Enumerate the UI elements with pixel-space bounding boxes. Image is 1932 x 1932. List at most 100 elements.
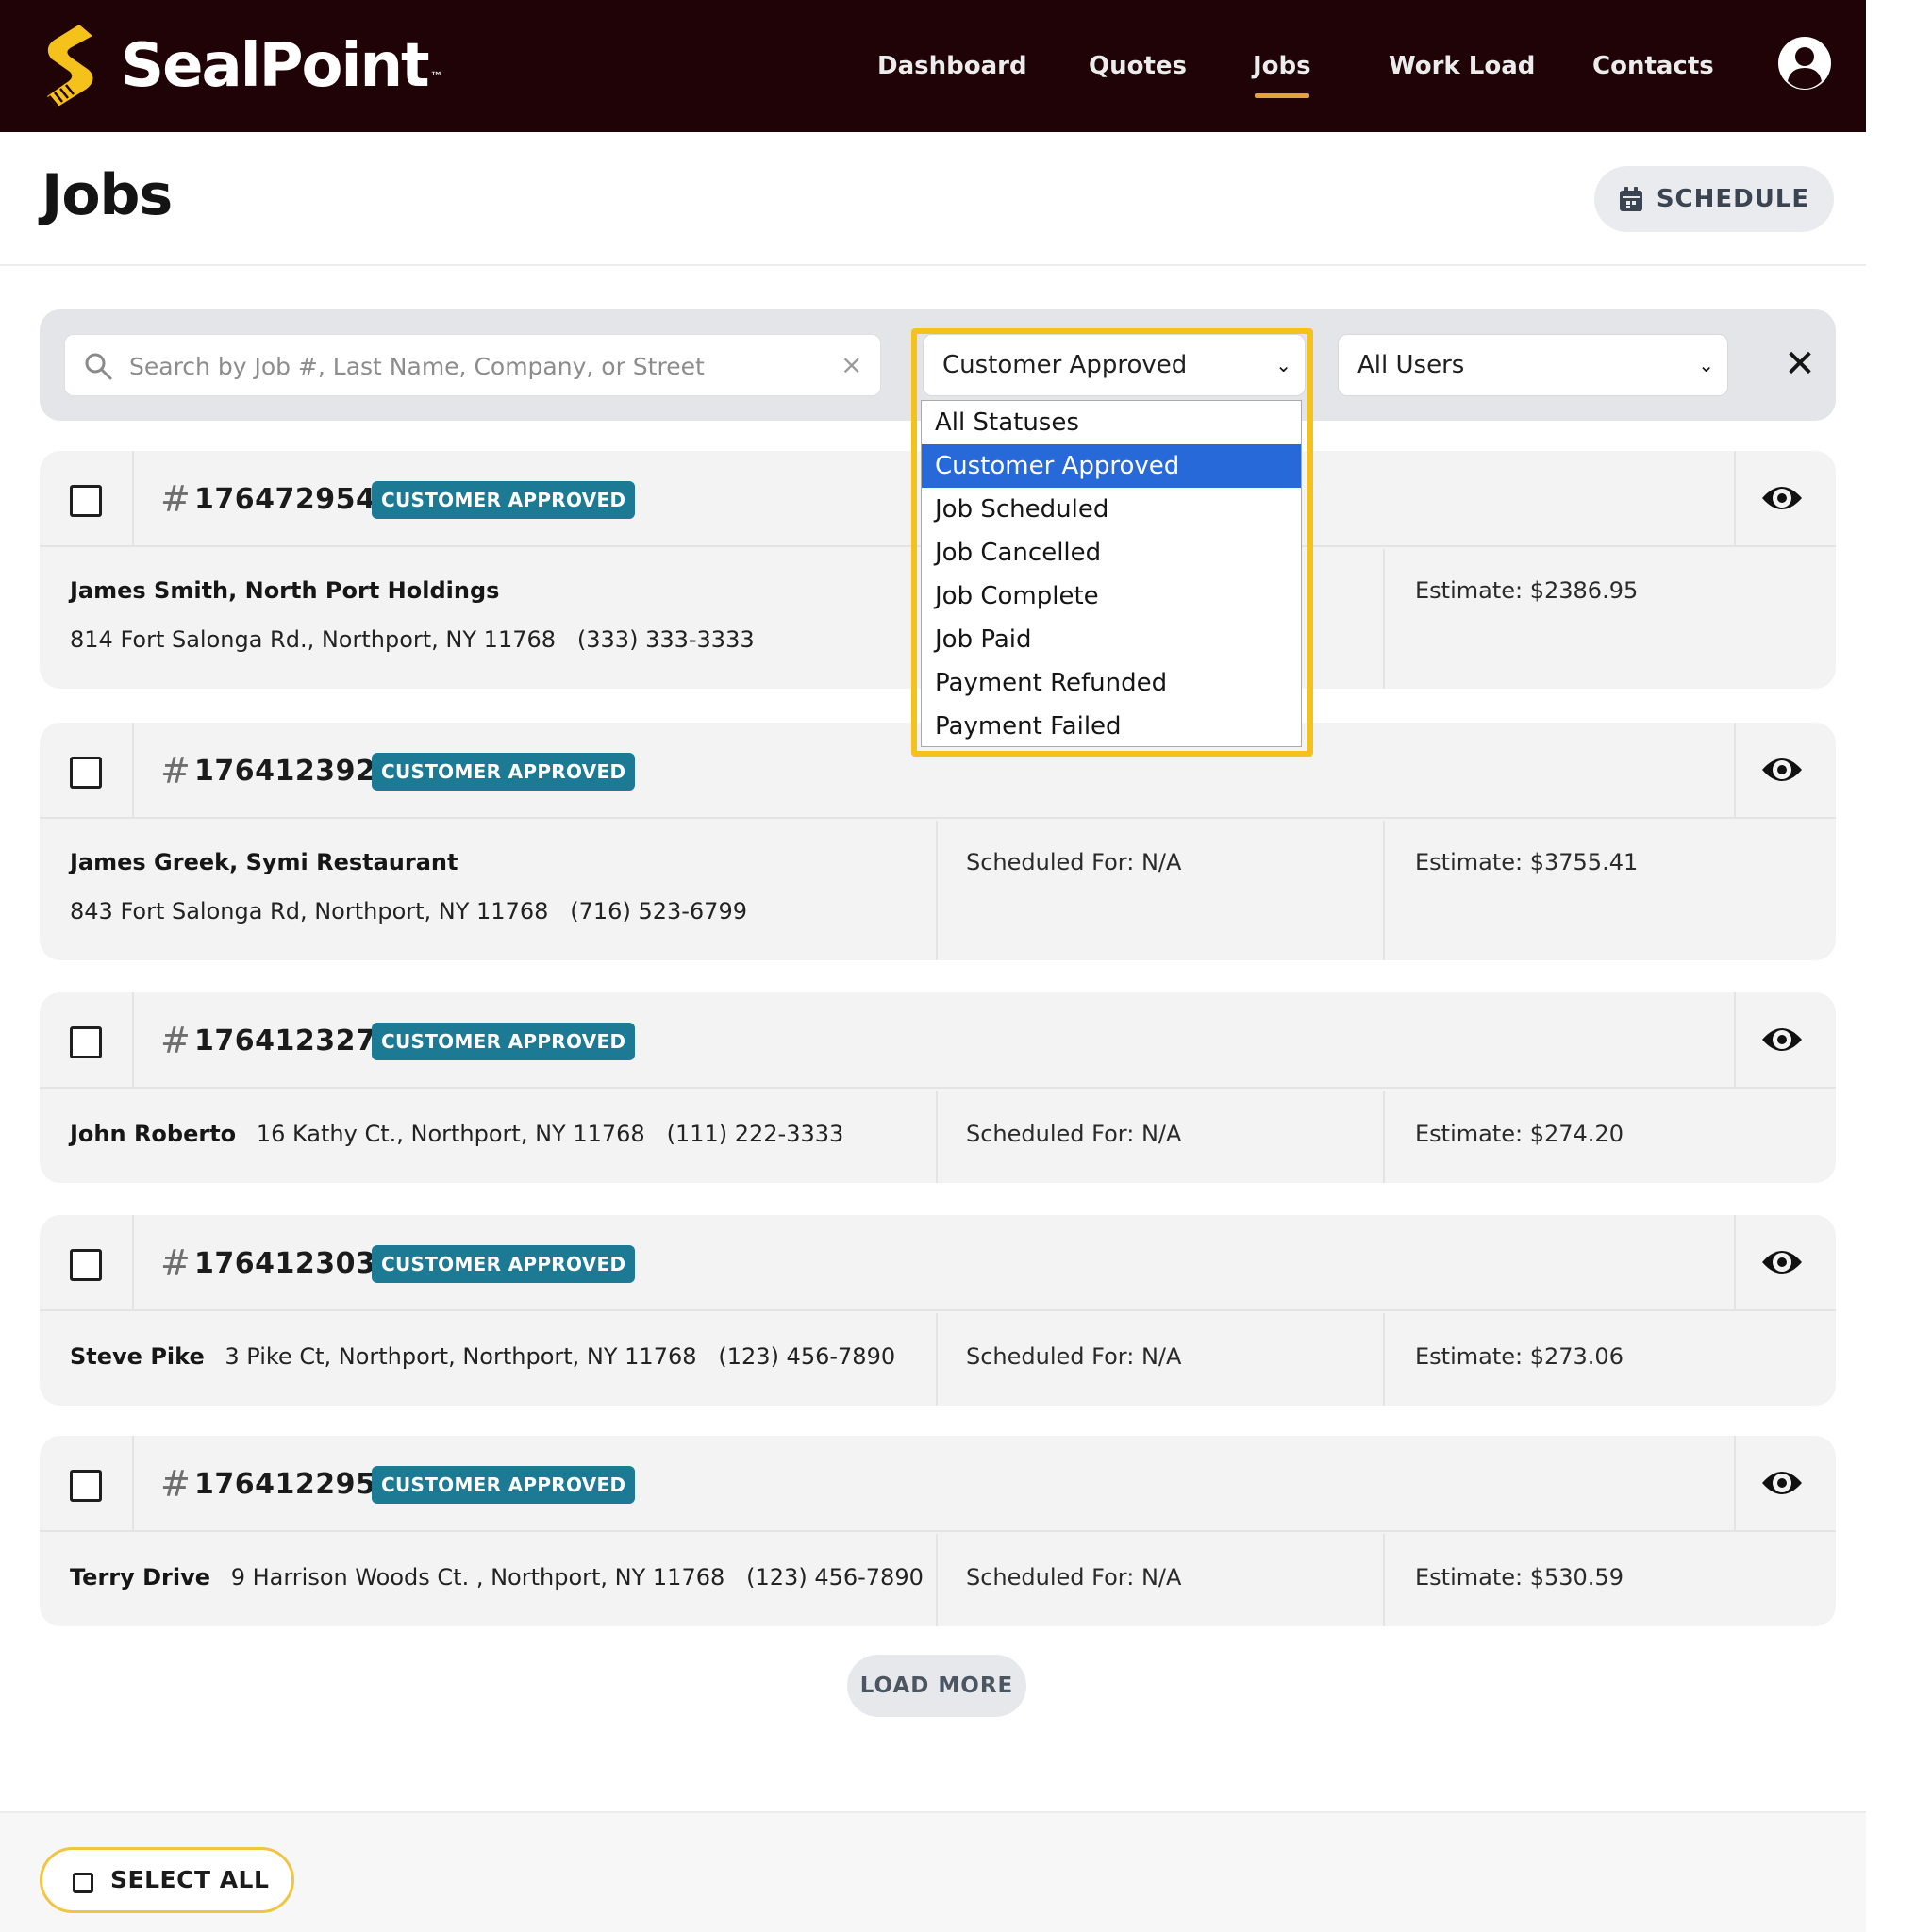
job-select-checkbox[interactable] — [70, 757, 102, 789]
nav-contacts[interactable]: Contacts — [1592, 47, 1714, 85]
customer-address: 843 Fort Salonga Rd, Northport, NY 11768 — [70, 898, 549, 924]
status-select[interactable]: Customer Approved ⌄ — [923, 334, 1306, 396]
load-more-button[interactable]: LOAD MORE — [847, 1655, 1026, 1717]
hash-icon: # — [160, 1463, 191, 1505]
page-header: Jobs SCHEDULE — [0, 132, 1866, 266]
job-card: # 1764123030 CUSTOMER APPROVED Steve Pik… — [40, 1215, 1836, 1406]
status-option[interactable]: All Statuses — [922, 401, 1301, 444]
nav-quotes[interactable]: Quotes — [1089, 47, 1187, 85]
customer-phone: (123) 456-7890 — [746, 1564, 924, 1591]
estimate-amount: Estimate: $273.06 — [1415, 1343, 1624, 1370]
status-option[interactable]: Payment Refunded — [922, 661, 1301, 705]
schedule-button[interactable]: SCHEDULE — [1594, 166, 1834, 232]
close-filters-icon[interactable]: ✕ — [1774, 338, 1826, 391]
status-option-selected[interactable]: Customer Approved — [922, 444, 1301, 488]
nav-work-load[interactable]: Work Load — [1389, 47, 1535, 85]
scheduled-for: Scheduled For: N/A — [966, 849, 1182, 875]
customer-address-line: 843 Fort Salonga Rd, Northport, NY 11768… — [70, 898, 747, 924]
job-card-header: # 1764123272 CUSTOMER APPROVED — [40, 992, 1836, 1089]
customer-line: Terry Drive 9 Harrison Woods Ct. , North… — [70, 1564, 924, 1591]
job-card: # 1764123920 CUSTOMER APPROVED James Gre… — [40, 723, 1836, 960]
job-select-checkbox[interactable] — [70, 1470, 102, 1502]
clear-search-icon[interactable]: × — [841, 350, 862, 380]
users-select[interactable]: All Users ⌄ — [1338, 334, 1728, 396]
eye-icon[interactable] — [1760, 1243, 1804, 1281]
job-select-checkbox[interactable] — [70, 485, 102, 517]
customer-line: John Roberto 16 Kathy Ct., Northport, NY… — [70, 1121, 843, 1147]
search-icon — [85, 353, 112, 380]
job-select-checkbox[interactable] — [70, 1249, 102, 1281]
customer-name: James Greek, Symi Restaurant — [70, 849, 458, 875]
job-select-checkbox[interactable] — [70, 1026, 102, 1058]
brand-logo[interactable]: SealPoint ™ — [38, 21, 443, 111]
hash-icon: # — [160, 750, 191, 791]
customer-address: 3 Pike Ct, Northport, Northport, NY 1176… — [225, 1343, 697, 1370]
customer-name: Terry Drive — [70, 1564, 211, 1591]
customer-name: John Roberto — [70, 1121, 237, 1147]
status-badge: CUSTOMER APPROVED — [372, 1023, 636, 1060]
status-option[interactable]: Job Cancelled — [922, 531, 1301, 575]
status-option[interactable]: Job Complete — [922, 575, 1301, 618]
customer-address: 814 Fort Salonga Rd., Northport, NY 1176… — [70, 626, 557, 653]
scheduled-for: Scheduled For: N/A — [966, 1564, 1182, 1591]
status-option[interactable]: Job Paid — [922, 618, 1301, 661]
select-all-button[interactable]: SELECT ALL — [40, 1847, 294, 1913]
customer-name: Steve Pike — [70, 1343, 205, 1370]
status-option[interactable]: Job Scheduled — [922, 488, 1301, 531]
job-number: 1764729541 — [194, 483, 396, 516]
customer-address: 16 Kathy Ct., Northport, NY 11768 — [256, 1121, 645, 1147]
user-circle-icon[interactable] — [1777, 36, 1832, 91]
job-card-header: # 1764123030 CUSTOMER APPROVED — [40, 1215, 1836, 1311]
status-badge: CUSTOMER APPROVED — [372, 1466, 636, 1504]
hash-icon: # — [160, 1020, 191, 1061]
job-number: 1764123920 — [194, 755, 396, 788]
customer-phone: (123) 456-7890 — [718, 1343, 896, 1370]
nav-dashboard[interactable]: Dashboard — [877, 47, 1027, 85]
customer-phone: (333) 333-3333 — [576, 626, 755, 653]
chevron-down-icon: ⌄ — [1698, 354, 1714, 376]
status-badge: CUSTOMER APPROVED — [372, 1245, 636, 1283]
estimate-amount: Estimate: $274.20 — [1415, 1121, 1624, 1147]
job-card: # 1764122955 CUSTOMER APPROVED Terry Dri… — [40, 1436, 1836, 1626]
select-all-checkbox-icon — [73, 1873, 93, 1893]
top-navigation-bar: SealPoint ™ Dashboard Quotes Jobs Work L… — [0, 0, 1866, 132]
job-number: 1764123272 — [194, 1024, 396, 1058]
schedule-label: SCHEDULE — [1656, 185, 1810, 213]
job-number: 1764123030 — [194, 1247, 396, 1280]
hash-icon: # — [160, 1242, 191, 1284]
job-card: # 1764123272 CUSTOMER APPROVED John Robe… — [40, 992, 1836, 1183]
page-title: Jobs — [42, 162, 173, 228]
status-badge: CUSTOMER APPROVED — [372, 481, 636, 519]
status-select-value: Customer Approved — [942, 351, 1188, 379]
users-select-value: All Users — [1357, 351, 1465, 379]
customer-line: Steve Pike 3 Pike Ct, Northport, Northpo… — [70, 1343, 895, 1370]
customer-address-line: 814 Fort Salonga Rd., Northport, NY 1176… — [70, 626, 755, 653]
customer-phone: (716) 523-6799 — [570, 898, 747, 924]
sealpoint-logo-icon — [47, 25, 93, 108]
calendar-icon — [1619, 187, 1642, 211]
trademark-symbol: ™ — [429, 70, 443, 85]
eye-icon[interactable] — [1760, 751, 1804, 789]
estimate-amount: Estimate: $3755.41 — [1415, 849, 1639, 875]
select-all-label: SELECT ALL — [110, 1866, 270, 1893]
status-dropdown-list: All Statuses Customer Approved Job Sched… — [921, 400, 1302, 747]
bulk-action-bar: SELECT ALL — [0, 1811, 1866, 1932]
eye-icon[interactable] — [1760, 1464, 1804, 1502]
customer-name: James Smith, North Port Holdings — [70, 577, 500, 604]
status-option[interactable]: Payment Failed — [922, 705, 1301, 748]
estimate-amount: Estimate: $2386.95 — [1415, 577, 1639, 604]
search-box: × — [64, 334, 881, 396]
eye-icon[interactable] — [1760, 1021, 1804, 1058]
brand-name: SealPoint — [121, 31, 430, 101]
chevron-down-icon: ⌄ — [1275, 354, 1291, 376]
status-badge: CUSTOMER APPROVED — [372, 753, 636, 791]
job-number: 1764122955 — [194, 1468, 396, 1501]
eye-icon[interactable] — [1760, 479, 1804, 517]
nav-jobs[interactable]: Jobs — [1253, 47, 1311, 98]
scheduled-for: Scheduled For: N/A — [966, 1343, 1182, 1370]
search-input[interactable] — [129, 342, 790, 390]
customer-phone: (111) 222-3333 — [666, 1121, 844, 1147]
hash-icon: # — [160, 478, 191, 520]
estimate-amount: Estimate: $530.59 — [1415, 1564, 1624, 1591]
customer-address: 9 Harrison Woods Ct. , Northport, NY 117… — [230, 1564, 725, 1591]
